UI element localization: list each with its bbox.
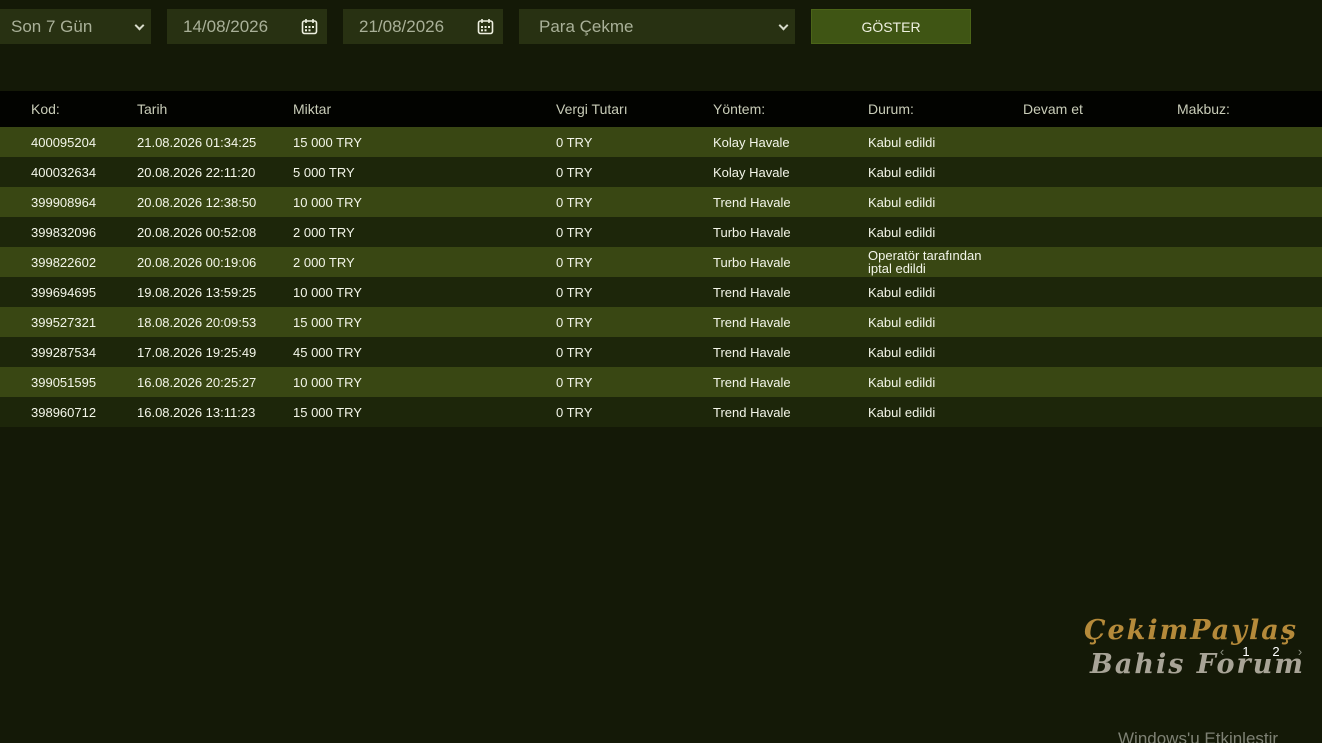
- cell-vergi: 0 TRY: [556, 254, 593, 270]
- header-devam: Devam et: [1023, 100, 1083, 117]
- cell-vergi: 0 TRY: [556, 134, 593, 150]
- table-row[interactable]: 399287534 17.08.2026 19:25:49 45 000 TRY…: [0, 337, 1322, 367]
- table-row[interactable]: 399822602 20.08.2026 00:19:06 2 000 TRY …: [0, 247, 1322, 277]
- table-row[interactable]: 399051595 16.08.2026 20:25:27 10 000 TRY…: [0, 367, 1322, 397]
- pagination: ‹ 1 2 ›: [1213, 642, 1309, 660]
- cell-kod: 399287534: [31, 344, 97, 360]
- next-page-icon[interactable]: ›: [1291, 644, 1309, 659]
- period-select-value: Son 7 Gün: [11, 16, 93, 36]
- cell-vergi: 0 TRY: [556, 164, 593, 180]
- cell-kod: 400095204: [31, 134, 97, 150]
- header-miktar: Miktar: [293, 100, 332, 117]
- cell-yontem: Turbo Havale: [713, 224, 791, 240]
- date-to-value: 21/08/2026: [359, 16, 445, 36]
- transaction-type-value: Para Çekme: [539, 16, 634, 36]
- cell-miktar: 10 000 TRY: [293, 194, 362, 210]
- cell-tarih: 20.08.2026 00:19:06: [137, 254, 257, 270]
- cell-tarih: 19.08.2026 13:59:25: [137, 284, 257, 300]
- cell-durum: Kabul edildi: [868, 344, 936, 360]
- show-button[interactable]: GÖSTER: [811, 9, 971, 44]
- cell-durum: Kabul edildi: [868, 314, 936, 330]
- cell-vergi: 0 TRY: [556, 344, 593, 360]
- cell-miktar: 5 000 TRY: [293, 164, 355, 180]
- cell-vergi: 0 TRY: [556, 224, 593, 240]
- cell-vergi: 0 TRY: [556, 314, 593, 330]
- cell-durum: Operatör tarafından iptal edildi: [868, 248, 982, 276]
- cell-kod: 399822602: [31, 254, 97, 270]
- transaction-type-select[interactable]: Para Çekme: [519, 9, 795, 44]
- table-row[interactable]: 399694695 19.08.2026 13:59:25 10 000 TRY…: [0, 277, 1322, 307]
- header-vergi: Vergi Tutarı: [556, 100, 628, 117]
- period-select[interactable]: Son 7 Gün: [0, 9, 151, 44]
- table-row[interactable]: 399908964 20.08.2026 12:38:50 10 000 TRY…: [0, 187, 1322, 217]
- cell-tarih: 20.08.2026 22:11:20: [137, 164, 256, 180]
- cell-vergi: 0 TRY: [556, 284, 593, 300]
- cell-miktar: 2 000 TRY: [293, 224, 355, 240]
- cell-tarih: 20.08.2026 00:52:08: [137, 224, 257, 240]
- header-yontem: Yöntem:: [713, 100, 766, 117]
- cell-kod: 400032634: [31, 164, 97, 180]
- cell-tarih: 20.08.2026 12:38:50: [137, 194, 257, 210]
- header-kod: Kod:: [31, 100, 60, 117]
- cell-kod: 399908964: [31, 194, 97, 210]
- chevron-down-icon: [778, 20, 789, 31]
- page-2-link[interactable]: 2: [1261, 644, 1291, 659]
- cell-miktar: 15 000 TRY: [293, 314, 362, 330]
- header-makbuz: Makbuz:: [1177, 100, 1230, 117]
- cell-tarih: 18.08.2026 20:09:53: [137, 314, 257, 330]
- cell-durum: Kabul edildi: [868, 194, 936, 210]
- cell-durum: Kabul edildi: [868, 224, 936, 240]
- calendar-icon[interactable]: [477, 18, 494, 35]
- cell-vergi: 0 TRY: [556, 374, 593, 390]
- cell-tarih: 17.08.2026 19:25:49: [137, 344, 257, 360]
- cell-miktar: 15 000 TRY: [293, 134, 362, 150]
- cell-durum: Kabul edildi: [868, 404, 936, 420]
- cell-miktar: 15 000 TRY: [293, 404, 362, 420]
- cell-durum: Kabul edildi: [868, 284, 936, 300]
- cell-kod: 399694695: [31, 284, 97, 300]
- cell-kod: 399832096: [31, 224, 97, 240]
- cell-yontem: Trend Havale: [713, 404, 791, 420]
- cell-yontem: Trend Havale: [713, 374, 791, 390]
- cell-yontem: Trend Havale: [713, 314, 791, 330]
- chevron-down-icon: [134, 20, 145, 31]
- cell-kod: 399051595: [31, 374, 97, 390]
- cell-kod: 398960712: [31, 404, 97, 420]
- date-from-value: 14/08/2026: [183, 16, 269, 36]
- cell-vergi: 0 TRY: [556, 404, 593, 420]
- cell-durum: Kabul edildi: [868, 134, 936, 150]
- windows-activation-notice: Windows'u Etkinleştir: [1118, 729, 1279, 743]
- date-from-input[interactable]: 14/08/2026: [167, 9, 327, 44]
- table-row[interactable]: 400095204 21.08.2026 01:34:25 15 000 TRY…: [0, 127, 1322, 157]
- cell-miktar: 2 000 TRY: [293, 254, 355, 270]
- page-1-link[interactable]: 1: [1231, 644, 1261, 659]
- cell-vergi: 0 TRY: [556, 194, 593, 210]
- cell-durum: Kabul edildi: [868, 164, 936, 180]
- transactions-table: Kod: Tarih Miktar Vergi Tutarı Yöntem: D…: [0, 91, 1322, 427]
- cell-tarih: 21.08.2026 01:34:25: [137, 134, 257, 150]
- cell-yontem: Kolay Havale: [713, 164, 790, 180]
- cell-miktar: 10 000 TRY: [293, 374, 362, 390]
- table-row[interactable]: 399527321 18.08.2026 20:09:53 15 000 TRY…: [0, 307, 1322, 337]
- cell-miktar: 45 000 TRY: [293, 344, 362, 360]
- table-row[interactable]: 400032634 20.08.2026 22:11:20 5 000 TRY …: [0, 157, 1322, 187]
- table-row[interactable]: 398960712 16.08.2026 13:11:23 15 000 TRY…: [0, 397, 1322, 427]
- header-durum: Durum:: [868, 100, 914, 117]
- cell-yontem: Trend Havale: [713, 284, 791, 300]
- header-tarih: Tarih: [137, 100, 168, 117]
- date-to-input[interactable]: 21/08/2026: [343, 9, 503, 44]
- cell-miktar: 10 000 TRY: [293, 284, 362, 300]
- cell-tarih: 16.08.2026 20:25:27: [137, 374, 257, 390]
- cell-yontem: Turbo Havale: [713, 254, 791, 270]
- cell-yontem: Trend Havale: [713, 344, 791, 360]
- prev-page-icon[interactable]: ‹: [1213, 644, 1231, 659]
- calendar-icon[interactable]: [301, 18, 318, 35]
- cell-tarih: 16.08.2026 13:11:23: [137, 404, 256, 420]
- cell-yontem: Kolay Havale: [713, 134, 790, 150]
- table-row[interactable]: 399832096 20.08.2026 00:52:08 2 000 TRY …: [0, 217, 1322, 247]
- cell-kod: 399527321: [31, 314, 97, 330]
- cell-durum: Kabul edildi: [868, 374, 936, 390]
- table-header: Kod: Tarih Miktar Vergi Tutarı Yöntem: D…: [0, 91, 1322, 127]
- cell-yontem: Trend Havale: [713, 194, 791, 210]
